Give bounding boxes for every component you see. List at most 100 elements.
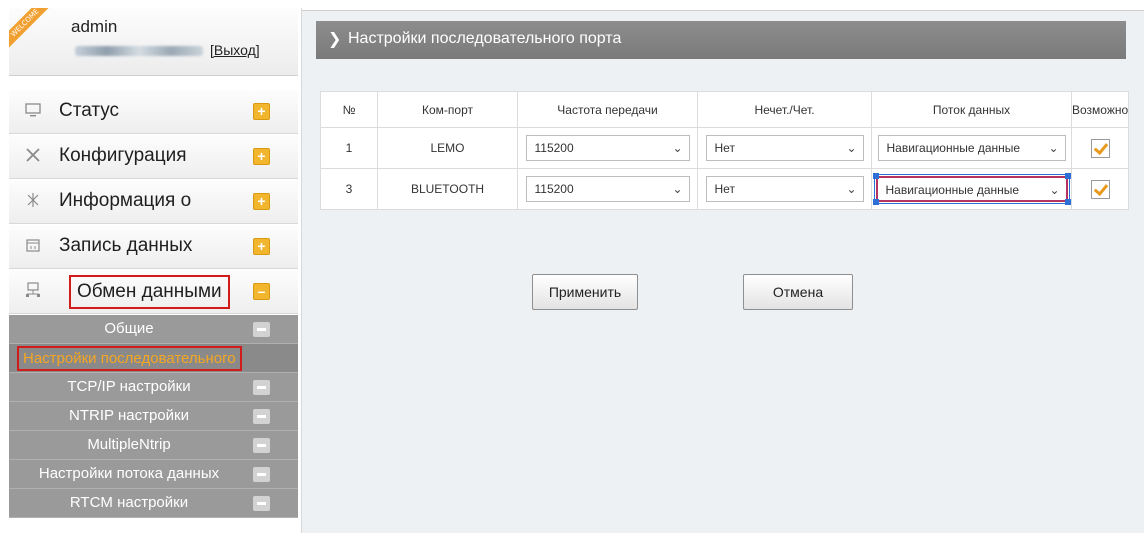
- resize-handle[interactable]: [1064, 199, 1071, 205]
- menu-item-label: Конфигурация: [59, 145, 187, 166]
- table-row: 1 LEMO 115200 ⌄ Нет ⌄ Навигационные данн…: [320, 127, 1130, 169]
- table-row: 3 BLUETOOTH 115200 ⌄ Нет ⌄ Навигационные…: [320, 168, 1130, 210]
- menu-item-label: Запись данных: [59, 235, 193, 256]
- cell-enabled: [1070, 168, 1130, 210]
- col-header-parity: Нечет./Чет.: [697, 91, 872, 128]
- minus-icon: [253, 322, 270, 337]
- col-header-stream: Поток данных: [871, 91, 1072, 128]
- menu-item-status[interactable]: Статус +: [9, 90, 298, 134]
- menu-item-data-recording[interactable]: Запись данных +: [9, 225, 298, 269]
- submenu-item-label: Общие: [104, 320, 154, 337]
- stream-select-value: Навигационные данные: [885, 183, 1020, 197]
- stream-select-value: Навигационные данные: [886, 141, 1021, 155]
- submenu-item-label: MultipleNtrip: [87, 436, 171, 453]
- welcome-ribbon: WELCOME: [9, 8, 49, 48]
- submenu-item-label: RTCM настройки: [69, 494, 189, 511]
- col-header-enabled: Возможно: [1070, 91, 1130, 128]
- cell-baud: 115200 ⌄: [517, 168, 698, 210]
- welcome-ribbon-text: WELCOME: [9, 8, 49, 48]
- cell-parity: Нет ⌄: [697, 168, 872, 210]
- main-menu: Статус + Конфигурация + Информация о + З…: [6, 90, 301, 314]
- submenu-item-label: Настройки потока данных: [38, 465, 220, 482]
- submenu-item-general[interactable]: Общие: [9, 315, 298, 344]
- collapse-minus-icon[interactable]: –: [253, 283, 270, 300]
- chevron-down-icon: ⌄: [846, 182, 857, 196]
- cell-port: BLUETOOTH: [377, 168, 518, 210]
- cell-stream: Навигационные данные ⌄: [871, 127, 1072, 169]
- enabled-checkbox[interactable]: [1090, 138, 1110, 158]
- menu-item-information[interactable]: Информация о +: [9, 180, 298, 224]
- serial-ports-table: № Ком-порт Частота передачи Нечет./Чет. …: [320, 91, 1130, 210]
- cell-num: 3: [320, 168, 378, 210]
- cell-port: LEMO: [377, 127, 518, 169]
- chevron-down-icon: ⌄: [846, 141, 857, 155]
- submenu-item-label: NTRIP настройки: [69, 407, 189, 424]
- menu-item-label: Обмен данными: [69, 275, 230, 309]
- chevron-down-icon: ⌄: [1048, 141, 1059, 155]
- section-header: ❯ Настройки последовательного порта: [316, 21, 1126, 59]
- minus-icon: [253, 409, 270, 424]
- chevron-down-icon: ⌄: [1049, 183, 1060, 197]
- stream-select[interactable]: Навигационные данные ⌄: [877, 135, 1066, 161]
- submenu-item-serial-settings[interactable]: Настройки последовательного: [9, 344, 298, 373]
- apply-button[interactable]: Применить: [532, 274, 638, 310]
- tools-icon: [24, 147, 42, 165]
- col-header-num: №: [320, 91, 378, 128]
- submenu-item-ntrip[interactable]: NTRIP настройки: [9, 402, 298, 431]
- col-header-port: Ком-порт: [377, 91, 518, 128]
- sidebar: WELCOME admin [Выход] Статус + Конфигура…: [6, 8, 302, 533]
- enabled-checkbox[interactable]: [1090, 179, 1110, 199]
- cell-enabled: [1070, 127, 1130, 169]
- submenu-item-label: Настройки последовательного: [17, 346, 242, 371]
- chevron-right-icon: ❯: [328, 31, 342, 48]
- baud-select-value: 115200: [534, 182, 574, 196]
- submenu-item-rtcm[interactable]: RTCM настройки: [9, 489, 298, 518]
- resize-handle[interactable]: [872, 173, 879, 179]
- blurred-device-id: [75, 46, 203, 56]
- submenu-item-multiplentrip[interactable]: MultipleNtrip: [9, 431, 298, 460]
- expand-plus-icon[interactable]: +: [253, 238, 270, 255]
- minus-icon: [253, 467, 270, 482]
- menu-item-data-exchange[interactable]: Обмен данными –: [9, 270, 298, 314]
- cancel-button[interactable]: Отмена: [743, 274, 853, 310]
- cell-parity: Нет ⌄: [697, 127, 872, 169]
- chevron-down-icon: ⌄: [672, 141, 683, 155]
- network-icon: [24, 282, 42, 300]
- parity-select[interactable]: Нет ⌄: [705, 135, 864, 161]
- chevron-down-icon: ⌄: [672, 182, 683, 196]
- parity-select-value: Нет: [714, 141, 735, 155]
- baud-select-value: 115200: [534, 141, 574, 155]
- submenu: Общие Настройки последовательного TCP/IP…: [9, 315, 298, 518]
- menu-item-configuration[interactable]: Конфигурация +: [9, 135, 298, 179]
- submenu-item-data-stream[interactable]: Настройки потока данных: [9, 460, 298, 489]
- expand-plus-icon[interactable]: +: [253, 148, 270, 165]
- cell-num: 1: [320, 127, 378, 169]
- user-panel: WELCOME admin [Выход]: [9, 8, 298, 76]
- logout-link[interactable]: [Выход]: [210, 42, 260, 58]
- main-content: ❯ Настройки последовательного порта № Ко…: [302, 10, 1144, 533]
- minus-icon: [253, 438, 270, 453]
- monitor-icon: [24, 102, 42, 120]
- username: admin: [71, 17, 118, 36]
- col-header-baud: Частота передачи: [517, 91, 698, 128]
- baud-select[interactable]: 115200 ⌄: [525, 176, 690, 202]
- minus-icon: [253, 496, 270, 511]
- cell-baud: 115200 ⌄: [517, 127, 698, 169]
- parity-select[interactable]: Нет ⌄: [705, 176, 864, 202]
- expand-plus-icon[interactable]: +: [253, 103, 270, 120]
- resize-handle[interactable]: [872, 199, 879, 205]
- parity-select-value: Нет: [714, 182, 735, 196]
- baud-select[interactable]: 115200 ⌄: [525, 135, 690, 161]
- table-header-row: № Ком-порт Частота передачи Нечет./Чет. …: [320, 91, 1130, 128]
- resize-handle[interactable]: [1064, 173, 1071, 179]
- submenu-item-label: TCP/IP настройки: [67, 378, 191, 395]
- section-title: Настройки последовательного порта: [348, 30, 622, 47]
- menu-item-label: Информация о: [59, 190, 192, 211]
- stream-select-focused[interactable]: Навигационные данные ⌄: [872, 173, 1071, 205]
- cell-stream: Навигационные данные ⌄: [871, 168, 1072, 210]
- calendar-icon: [24, 237, 42, 255]
- menu-item-label: Статус: [59, 100, 120, 121]
- submenu-item-tcpip[interactable]: TCP/IP настройки: [9, 373, 298, 402]
- satellite-icon: [24, 192, 42, 210]
- expand-plus-icon[interactable]: +: [253, 193, 270, 210]
